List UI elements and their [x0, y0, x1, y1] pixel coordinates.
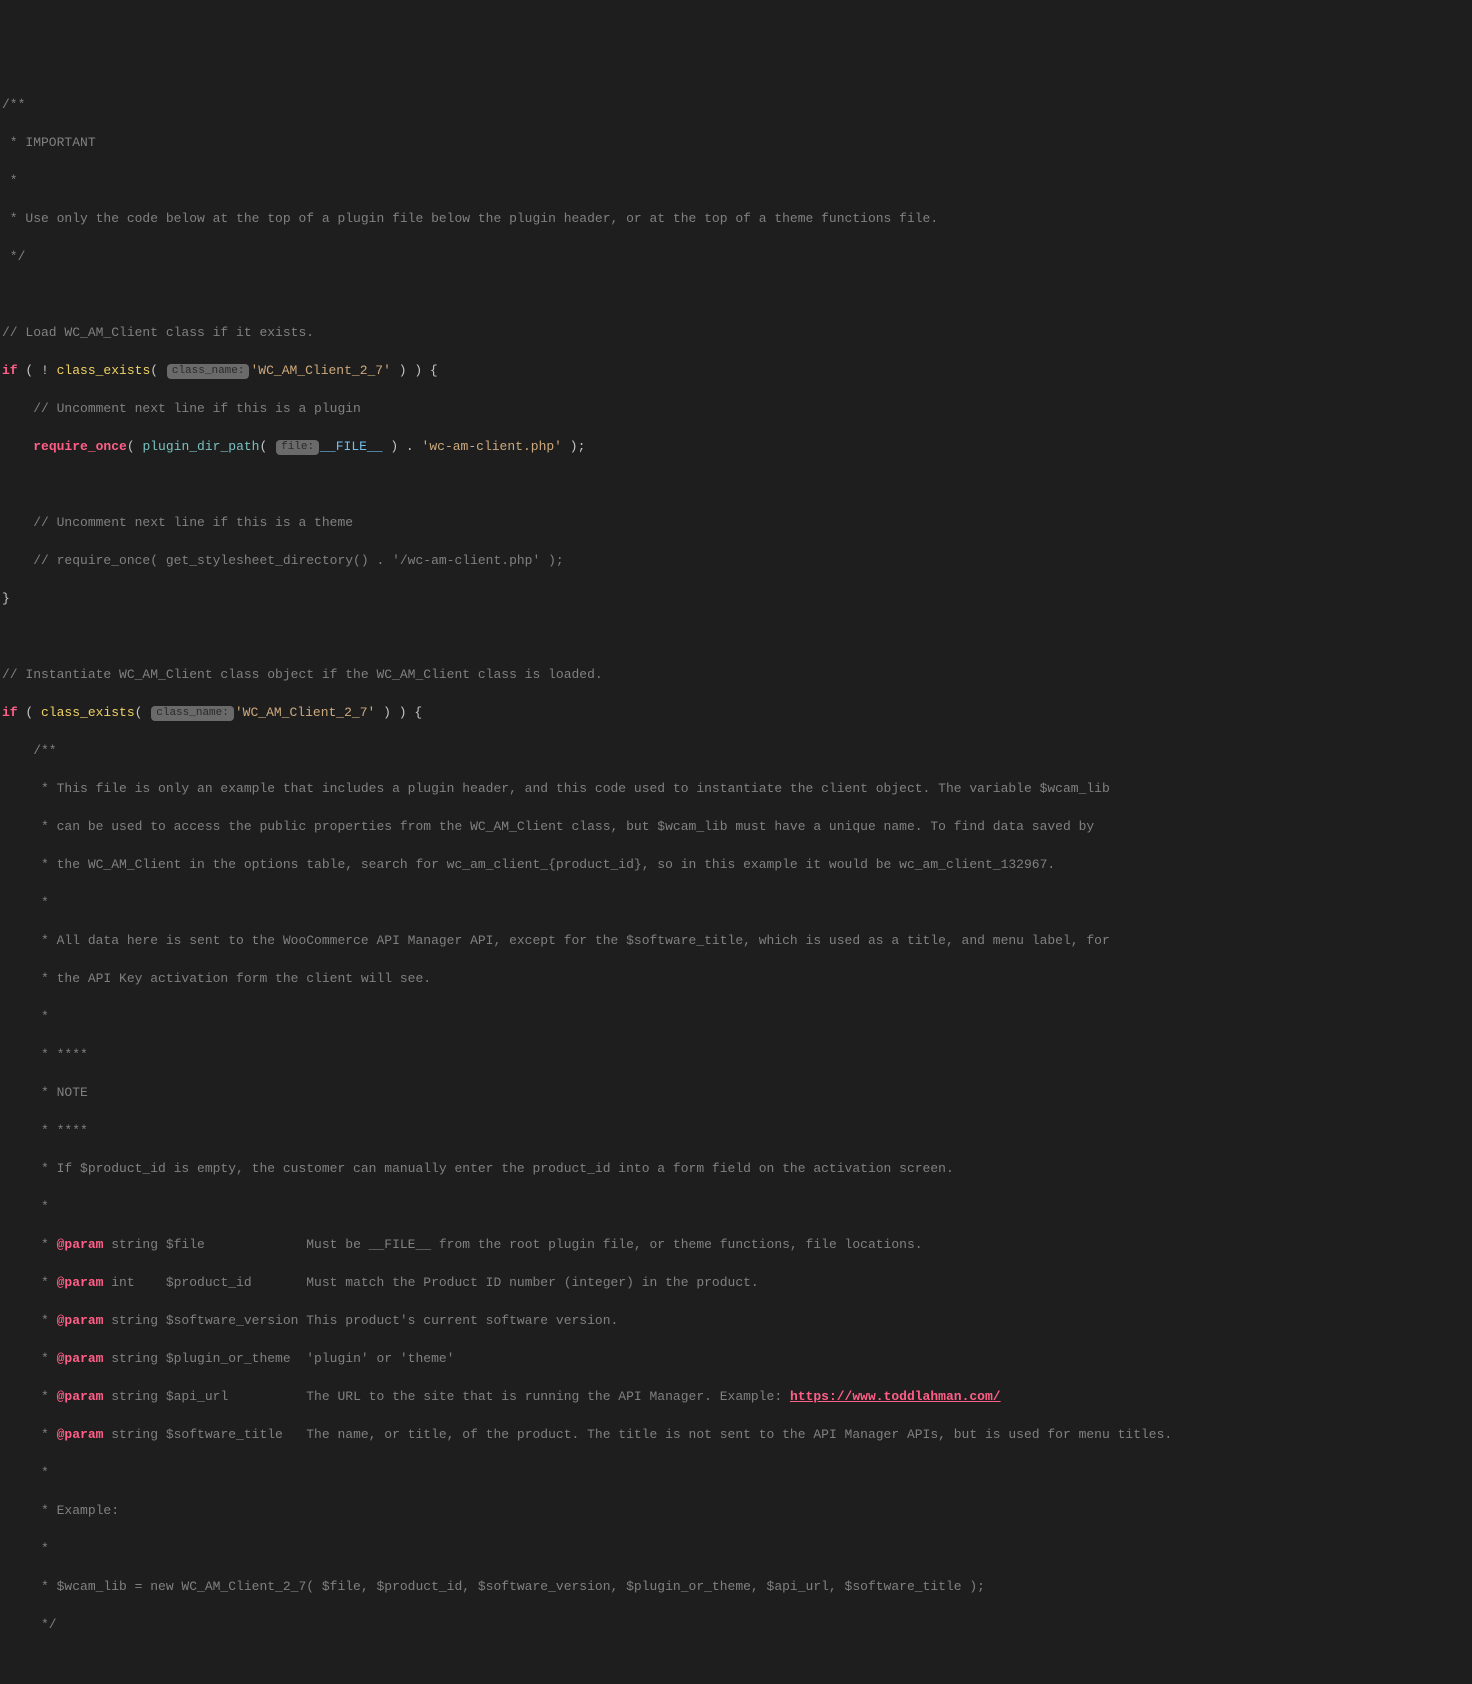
code-line: * @param string $plugin_or_theme 'plugin…	[2, 1349, 1470, 1368]
comment-prefix: *	[2, 1351, 57, 1366]
code-line: if ( ! class_exists( class_name:'WC_AM_C…	[2, 361, 1470, 380]
code-line: /**	[2, 741, 1470, 760]
code-line: * IMPORTANT	[2, 133, 1470, 152]
string-literal: 'WC_AM_Client_2_7'	[235, 705, 375, 720]
code-line: * All data here is sent to the WooCommer…	[2, 931, 1470, 950]
code-line: }	[2, 589, 1470, 608]
code-line: *	[2, 1007, 1470, 1026]
code-line: * the API Key activation form the client…	[2, 969, 1470, 988]
code-line: * ****	[2, 1121, 1470, 1140]
paren: (	[135, 705, 151, 720]
code-line: * ****	[2, 1045, 1470, 1064]
indent	[2, 439, 33, 454]
string-literal: 'wc-am-client.php'	[422, 439, 562, 454]
param-tag: @param	[57, 1237, 104, 1252]
paren: ) ) {	[375, 705, 422, 720]
code-line: * @param string $api_url The URL to the …	[2, 1387, 1470, 1406]
code-line: * @param string $software_version This p…	[2, 1311, 1470, 1330]
code-line	[2, 475, 1470, 494]
code-line: require_once( plugin_dir_path( file:__FI…	[2, 437, 1470, 456]
param-tag: @param	[57, 1275, 104, 1290]
function-call: class_exists	[57, 363, 151, 378]
paren: );	[562, 439, 585, 454]
code-line: * If $product_id is empty, the customer …	[2, 1159, 1470, 1178]
code-line: * @param string $file Must be __FILE__ f…	[2, 1235, 1470, 1254]
url-link[interactable]: https://www.toddlahman.com/	[790, 1389, 1001, 1404]
code-line: /**	[2, 95, 1470, 114]
code-line: * the WC_AM_Client in the options table,…	[2, 855, 1470, 874]
function-call: class_exists	[41, 705, 135, 720]
code-line: *	[2, 1463, 1470, 1482]
code-line: *	[2, 1197, 1470, 1216]
comment-prefix: *	[2, 1275, 57, 1290]
comment-prefix: *	[2, 1237, 57, 1252]
comment-prefix: *	[2, 1313, 57, 1328]
string-literal: 'WC_AM_Client_2_7'	[250, 363, 390, 378]
code-line: // require_once( get_stylesheet_director…	[2, 551, 1470, 570]
code-line: * $wcam_lib = new WC_AM_Client_2_7( $fil…	[2, 1577, 1470, 1596]
code-line: *	[2, 171, 1470, 190]
code-line: *	[2, 893, 1470, 912]
param-tag: @param	[57, 1351, 104, 1366]
code-line: if ( class_exists( class_name:'WC_AM_Cli…	[2, 703, 1470, 722]
code-line: * @param string $software_title The name…	[2, 1425, 1470, 1444]
operator: ( !	[18, 363, 57, 378]
paren: ) .	[383, 439, 422, 454]
param-hint: class_name:	[167, 364, 250, 379]
comment-text: string $file Must be __FILE__ from the r…	[103, 1237, 922, 1252]
code-line: * can be used to access the public prope…	[2, 817, 1470, 836]
code-line: */	[2, 247, 1470, 266]
comment-prefix: *	[2, 1389, 57, 1404]
keyword-require: require_once	[33, 439, 127, 454]
comment-text: string $api_url The URL to the site that…	[103, 1389, 790, 1404]
code-line: *	[2, 1539, 1470, 1558]
keyword-if: if	[2, 363, 18, 378]
function-call: plugin_dir_path	[142, 439, 259, 454]
code-line: // Load WC_AM_Client class if it exists.	[2, 323, 1470, 342]
code-line	[2, 285, 1470, 304]
keyword-if: if	[2, 705, 18, 720]
code-line: * NOTE	[2, 1083, 1470, 1102]
param-tag: @param	[57, 1427, 104, 1442]
code-line: */	[2, 1615, 1470, 1634]
code-line: * Example:	[2, 1501, 1470, 1520]
code-line: // Uncomment next line if this is a plug…	[2, 399, 1470, 418]
code-line	[2, 1653, 1470, 1672]
comment-text: string $plugin_or_theme 'plugin' or 'the…	[103, 1351, 454, 1366]
operator: (	[18, 705, 41, 720]
code-line: * @param int $product_id Must match the …	[2, 1273, 1470, 1292]
code-editor[interactable]: /** * IMPORTANT * * Use only the code be…	[0, 76, 1472, 1684]
comment-prefix: *	[2, 1427, 57, 1442]
constant: __FILE__	[320, 439, 382, 454]
paren: (	[127, 439, 143, 454]
paren: (	[150, 363, 166, 378]
code-line	[2, 627, 1470, 646]
code-line: * This file is only an example that incl…	[2, 779, 1470, 798]
comment-text: string $software_version This product's …	[103, 1313, 618, 1328]
comment-text: string $software_title The name, or titl…	[103, 1427, 1172, 1442]
code-line: // Instantiate WC_AM_Client class object…	[2, 665, 1470, 684]
paren: ) ) {	[391, 363, 438, 378]
param-hint: class_name:	[151, 706, 234, 721]
param-tag: @param	[57, 1313, 104, 1328]
param-hint: file:	[276, 440, 319, 455]
param-tag: @param	[57, 1389, 104, 1404]
paren: (	[259, 439, 275, 454]
code-line: // Uncomment next line if this is a them…	[2, 513, 1470, 532]
comment-text: int $product_id Must match the Product I…	[103, 1275, 758, 1290]
code-line: * Use only the code below at the top of …	[2, 209, 1470, 228]
